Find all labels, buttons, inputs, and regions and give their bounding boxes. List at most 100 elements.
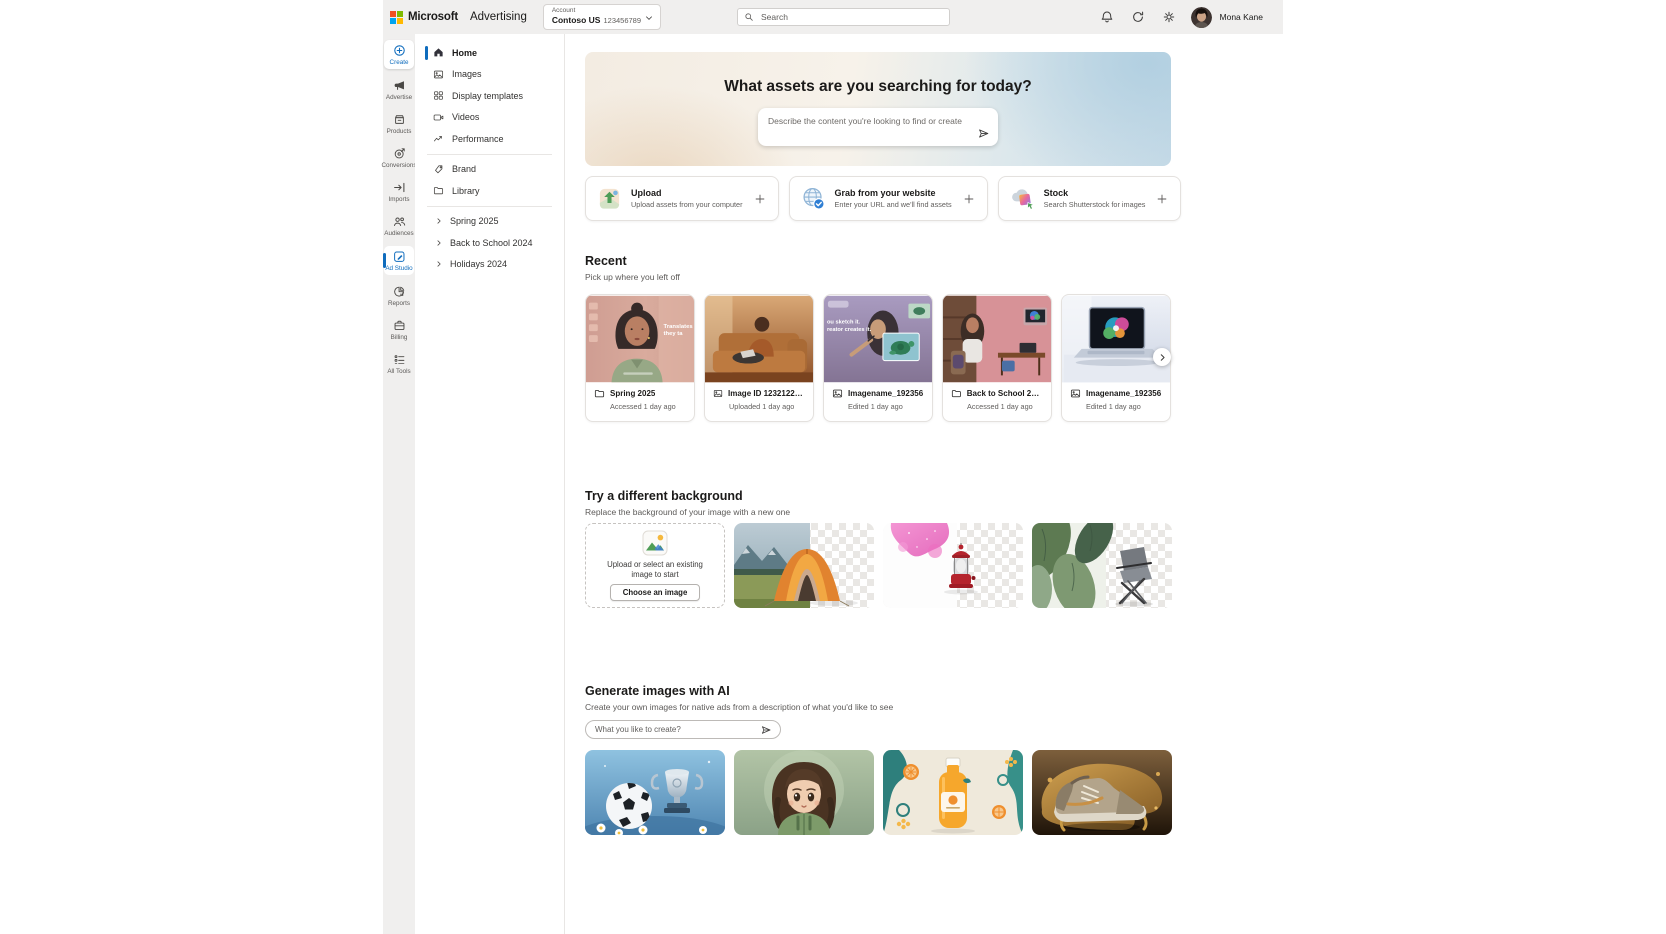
user-avatar[interactable] <box>1191 7 1212 28</box>
golden-sneaker-image <box>1032 750 1172 835</box>
rail-item-label: Ad Studio <box>385 265 412 272</box>
ai-sample-juice-bottle[interactable] <box>883 750 1023 835</box>
upload-card[interactable]: Upload Upload assets from your computer <box>585 176 779 221</box>
background-sample-tent[interactable] <box>734 523 874 608</box>
rail-item-imports[interactable]: Imports <box>384 178 414 205</box>
chevron-right-icon <box>435 239 443 247</box>
sidebar-folder-back-to-school-2024[interactable]: Back to School 2024 <box>415 232 564 254</box>
sidebar-divider <box>427 154 552 155</box>
recent-subtitle: Pick up where you left off <box>585 272 680 282</box>
chevron-down-icon <box>644 13 654 23</box>
sidebar-item-label: Home <box>452 48 477 58</box>
generate-prompt-input[interactable] <box>593 724 759 735</box>
stock-collage-icon <box>1010 186 1035 211</box>
sidebar-item-videos[interactable]: Videos <box>415 107 564 129</box>
sidebar-item-performance[interactable]: Performance <box>415 128 564 150</box>
rail-item-label: Advertise <box>386 94 412 101</box>
cartoon-girl-image <box>734 750 874 835</box>
recent-card-name: Imagename_192356 <box>848 389 923 398</box>
recent-card-thumbnail <box>943 295 1051 383</box>
image-icon <box>832 388 843 399</box>
svg-text:ou sketch it.: ou sketch it. <box>827 319 861 325</box>
avatar-image <box>1191 7 1212 28</box>
notifications-button[interactable] <box>1098 8 1116 26</box>
rail-item-reports[interactable]: Reports <box>384 282 414 309</box>
sidebar-folder-holidays-2024[interactable]: Holidays 2024 <box>415 254 564 276</box>
rail-item-create[interactable]: Create <box>384 40 414 69</box>
images-icon <box>433 69 444 80</box>
ai-sample-cartoon-girl[interactable] <box>734 750 874 835</box>
choose-image-button[interactable]: Choose an image <box>610 584 701 601</box>
ad-studio-sidebar: Home Images Display templates Videos Per… <box>415 34 565 934</box>
hero-title: What assets are you searching for today? <box>585 78 1171 96</box>
rail-item-products[interactable]: Products <box>384 110 414 137</box>
audiences-icon <box>393 215 406 228</box>
background-sample-lantern[interactable] <box>883 523 1023 608</box>
recent-card-meta: Accessed 1 day ago <box>967 402 1043 411</box>
rail-item-audiences[interactable]: Audiences <box>384 212 414 239</box>
upload-image-tile[interactable]: Upload or select an existing image to st… <box>585 523 725 608</box>
search-input[interactable] <box>759 11 943 23</box>
conversions-icon <box>393 147 406 160</box>
rail-item-all-tools[interactable]: All Tools <box>384 350 414 377</box>
settings-button[interactable] <box>1160 8 1178 26</box>
product-name[interactable]: Advertising <box>470 11 527 23</box>
camping-chair-sample-image <box>1032 523 1172 608</box>
rail-item-label: All Tools <box>387 368 410 375</box>
rail-item-conversions[interactable]: Conversions <box>384 144 414 171</box>
stock-card[interactable]: Stock Search Shutterstock for images <box>998 176 1182 221</box>
sync-button[interactable] <box>1129 8 1147 26</box>
brand-icon <box>433 164 444 175</box>
rail-item-ad-studio[interactable]: Ad Studio <box>384 246 414 275</box>
recent-card-image-id[interactable]: Image ID 12321223214 Uploaded 1 day ago <box>704 294 814 422</box>
display-templates-icon <box>433 90 444 101</box>
background-sample-chair[interactable] <box>1032 523 1172 608</box>
sidebar-item-label: Display templates <box>452 91 523 101</box>
sidebar-item-label: Brand <box>452 164 476 174</box>
imports-icon <box>393 181 406 194</box>
microsoft-logo-link[interactable]: Microsoft <box>390 11 458 24</box>
add-stock-button[interactable] <box>1154 191 1170 207</box>
submit-search-button[interactable] <box>976 126 991 141</box>
sidebar-item-images[interactable]: Images <box>415 64 564 86</box>
recent-card-imagename-1[interactable]: ou sketch it. reator creates it. Imagenam… <box>823 294 933 422</box>
main-content: What assets are you searching for today?… <box>565 34 1283 934</box>
generate-submit-button[interactable] <box>759 723 773 737</box>
account-picker[interactable]: Account Contoso US 123456789 <box>543 4 661 30</box>
soccer-trophy-image <box>585 750 725 835</box>
background-section-title: Try a different background <box>585 489 743 503</box>
recent-card-spring-2025[interactable]: Translatesthey ta Spring 2025 Accessed 1… <box>585 294 695 422</box>
recent-card-meta: Uploaded 1 day ago <box>729 402 805 411</box>
folder-icon <box>594 388 605 399</box>
rail-item-label: Reports <box>388 300 410 307</box>
global-search <box>737 8 950 26</box>
carousel-next-button[interactable] <box>1153 348 1171 366</box>
rail-item-billing[interactable]: Billing <box>384 316 414 343</box>
rail-item-label: Conversions <box>382 162 417 169</box>
svg-text:reator creates it.: reator creates it. <box>827 327 872 333</box>
ai-sample-golden-sneaker[interactable] <box>1032 750 1172 835</box>
home-icon <box>433 47 444 58</box>
recent-card-back-to-school[interactable]: Back to School 2024 Accessed 1 day ago <box>942 294 1052 422</box>
add-website-button[interactable] <box>961 191 977 207</box>
quick-actions-row: Upload Upload assets from your computer … <box>585 176 1171 221</box>
recent-card-name: Spring 2025 <box>610 389 655 398</box>
sidebar-folder-spring-2025[interactable]: Spring 2025 <box>415 211 564 233</box>
recent-card-thumbnail: ou sketch it. reator creates it. <box>824 295 932 383</box>
recent-card-thumbnail <box>705 295 813 383</box>
sidebar-item-display-templates[interactable]: Display templates <box>415 85 564 107</box>
sidebar-item-library[interactable]: Library <box>415 180 564 202</box>
sidebar-item-home[interactable]: Home <box>415 42 564 64</box>
asset-search-input[interactable] <box>758 108 998 146</box>
sidebar-folder-label: Holidays 2024 <box>450 259 507 269</box>
ai-sample-soccer-trophy[interactable] <box>585 750 725 835</box>
rail-item-advertise[interactable]: Advertise <box>384 76 414 103</box>
grab-from-website-card[interactable]: Grab from your website Enter your URL an… <box>789 176 988 221</box>
sidebar-item-brand[interactable]: Brand <box>415 159 564 181</box>
background-section-subtitle: Replace the background of your image wit… <box>585 507 790 517</box>
billing-icon <box>393 319 406 332</box>
plus-icon <box>754 193 766 205</box>
folder-icon <box>433 185 444 196</box>
svg-text:Translates: Translates <box>664 324 694 330</box>
add-upload-button[interactable] <box>752 191 768 207</box>
